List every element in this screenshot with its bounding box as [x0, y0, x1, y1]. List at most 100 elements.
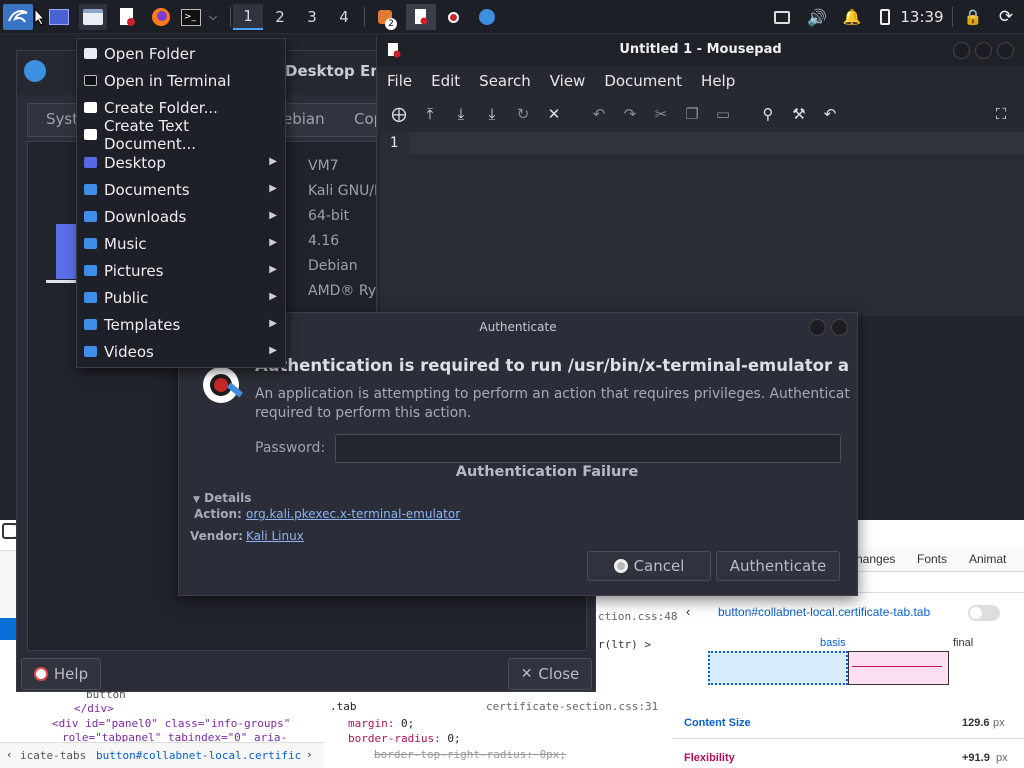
vendor-link[interactable]: Kali Linux [246, 529, 304, 543]
tab-debian[interactable]: ebian [283, 110, 325, 128]
css-property-margin[interactable]: margin: 0; [348, 717, 414, 730]
flex-grow-bar [848, 651, 949, 685]
launcher-dropdown-chevron-icon[interactable]: ⌵ [205, 4, 221, 30]
highlight-toggle[interactable] [968, 605, 1000, 621]
task-authenticate-icon[interactable] [474, 4, 500, 30]
places-menu: Open Folder Open in Terminal Create Fold… [76, 38, 286, 368]
window-close-button[interactable] [997, 42, 1014, 59]
text-editor-launcher-icon[interactable] [114, 4, 140, 30]
menu-help[interactable]: Help [701, 72, 735, 90]
minimize-button[interactable] [953, 42, 970, 59]
reload-icon[interactable]: ↻ [513, 104, 533, 124]
menu-item-open-folder[interactable]: Open Folder [77, 40, 285, 67]
public-folder-icon [84, 292, 97, 303]
menu-item-videos[interactable]: Videos ▶ [77, 338, 285, 365]
power-icon[interactable]: ⟳ [994, 4, 1018, 30]
workspace-3[interactable]: 3 [297, 4, 327, 30]
battery-icon[interactable] [874, 4, 896, 30]
menu-item-templates[interactable]: Templates ▶ [77, 311, 285, 338]
workspace-4[interactable]: 4 [329, 4, 359, 30]
save-as-icon[interactable]: ⤓ [482, 104, 502, 124]
firefox-launcher-icon[interactable] [148, 4, 174, 30]
cancel-button[interactable]: Cancel [587, 551, 711, 581]
file-manager-launcher-icon[interactable] [79, 4, 107, 30]
save-file-icon[interactable]: ⤓ [451, 104, 471, 124]
breadcrumb-left-arrow-icon[interactable]: ‹ [6, 748, 13, 761]
menu-search[interactable]: Search [479, 72, 531, 90]
breadcrumb-right-arrow-icon[interactable]: › [306, 748, 313, 761]
volume-icon[interactable]: 🔊 [805, 4, 829, 30]
help-button[interactable]: Help [21, 658, 101, 690]
tab-system[interactable]: Syst [46, 110, 78, 128]
breadcrumb-item-selected[interactable]: button#collabnet-local.certificate-tab.t… [96, 749, 302, 762]
menu-document[interactable]: Document [604, 72, 682, 90]
close-tab-icon[interactable]: ✕ [544, 104, 564, 124]
authenticate-button[interactable]: Authenticate [716, 551, 840, 581]
menu-item-open-in-terminal[interactable]: Open in Terminal [77, 67, 285, 94]
new-document-icon[interactable]: ⨁ [389, 104, 409, 124]
terminal-launcher-icon[interactable]: >_ [178, 4, 204, 30]
menu-item-public[interactable]: Public ▶ [77, 284, 285, 311]
mousepad-window: Untitled 1 - Mousepad File Edit Search V… [376, 36, 1024, 316]
dialog-close-button[interactable] [831, 319, 848, 336]
lock-screen-icon[interactable]: 🔒 [961, 4, 985, 30]
text-editor-area[interactable]: 1 [381, 132, 1024, 316]
menu-item-desktop[interactable]: Desktop ▶ [77, 149, 285, 176]
display-icon[interactable] [771, 4, 793, 30]
notification-bell-icon[interactable]: 🔔 [840, 4, 864, 30]
breadcrumb-item[interactable]: icate-tabs [20, 749, 86, 762]
css-rule-source[interactable]: certificate-section.css:31 [486, 700, 658, 713]
undo-icon[interactable]: ↶ [589, 104, 609, 124]
maximize-button[interactable] [975, 42, 992, 59]
search-icon[interactable]: ⚲ [758, 104, 778, 124]
back-chevron-icon[interactable]: ‹ [686, 604, 690, 619]
css-source-link[interactable]: ction.css:48 [598, 610, 677, 623]
music-folder-icon [84, 238, 97, 249]
cut-icon[interactable]: ✂ [651, 104, 671, 124]
help-icon [33, 667, 48, 681]
find-replace-icon[interactable]: ⚒ [789, 104, 809, 124]
show-desktop-icon[interactable] [47, 4, 71, 30]
flexibility-value: +91.9 [962, 752, 990, 764]
paste-icon[interactable]: ▭ [713, 104, 733, 124]
devtools-tab-fonts[interactable]: Fonts [917, 552, 947, 566]
password-input[interactable] [335, 434, 841, 463]
task-mousepad-icon[interactable] [406, 4, 436, 30]
kali-menu-button[interactable] [3, 4, 33, 30]
fullscreen-icon[interactable]: ⛶ [991, 104, 1011, 124]
copy-icon[interactable]: ❐ [682, 104, 702, 124]
workspace-1[interactable]: 1 [233, 4, 263, 30]
task-record-icon[interactable] [440, 4, 466, 30]
dialog-maximize-button[interactable] [809, 319, 826, 336]
templates-folder-icon [84, 319, 97, 330]
menu-item-downloads[interactable]: Downloads ▶ [77, 203, 285, 230]
flex-basis-bar [708, 651, 848, 685]
redo-icon[interactable]: ↷ [620, 104, 640, 124]
menu-bar: File Edit Search View Document Help [377, 66, 1024, 96]
menu-item-create-text-document[interactable]: Create Text Document... [77, 117, 285, 153]
clock[interactable]: 13:39 [900, 4, 944, 30]
flex-item-selector[interactable]: button#collabnet-local.certificate-tab.t… [718, 605, 948, 619]
devtools-tab-animations[interactable]: Animat [969, 552, 1021, 566]
go-to-line-icon[interactable]: ↶ [820, 104, 840, 124]
desktop-folder-icon [84, 157, 97, 168]
css-rule-selector[interactable]: .tab [330, 700, 357, 713]
task-about-window-icon[interactable]: 2 [372, 4, 398, 30]
cancel-icon [613, 559, 628, 573]
menu-view[interactable]: View [550, 72, 586, 90]
action-link[interactable]: org.kali.pkexec.x-terminal-emulator [246, 507, 460, 521]
menu-file[interactable]: File [387, 72, 412, 90]
open-file-icon[interactable]: ⤒ [420, 104, 440, 124]
workspace-2[interactable]: 2 [265, 4, 295, 30]
menu-item-music[interactable]: Music ▶ [77, 230, 285, 257]
menu-edit[interactable]: Edit [431, 72, 460, 90]
menu-item-pictures[interactable]: Pictures ▶ [77, 257, 285, 284]
css-overridden-property: border-top-right-radius: 0px; [374, 748, 567, 761]
close-button[interactable]: ✕ Close [508, 658, 592, 690]
html-line[interactable]: <div id="panel0" class="info-groups" [52, 717, 322, 730]
devtools-tab-changes[interactable]: hanges [856, 552, 895, 566]
css-property-border-radius[interactable]: border-radius: 0; [348, 732, 461, 745]
toolbar: ⨁ ⤒ ⤓ ⤓ ↻ ✕ ↶ ↷ ✂ ❐ ▭ ⚲ ⚒ ↶ ⛶ [377, 98, 1024, 130]
details-expander[interactable]: ▼ Details [193, 491, 251, 505]
menu-item-documents[interactable]: Documents ▶ [77, 176, 285, 203]
